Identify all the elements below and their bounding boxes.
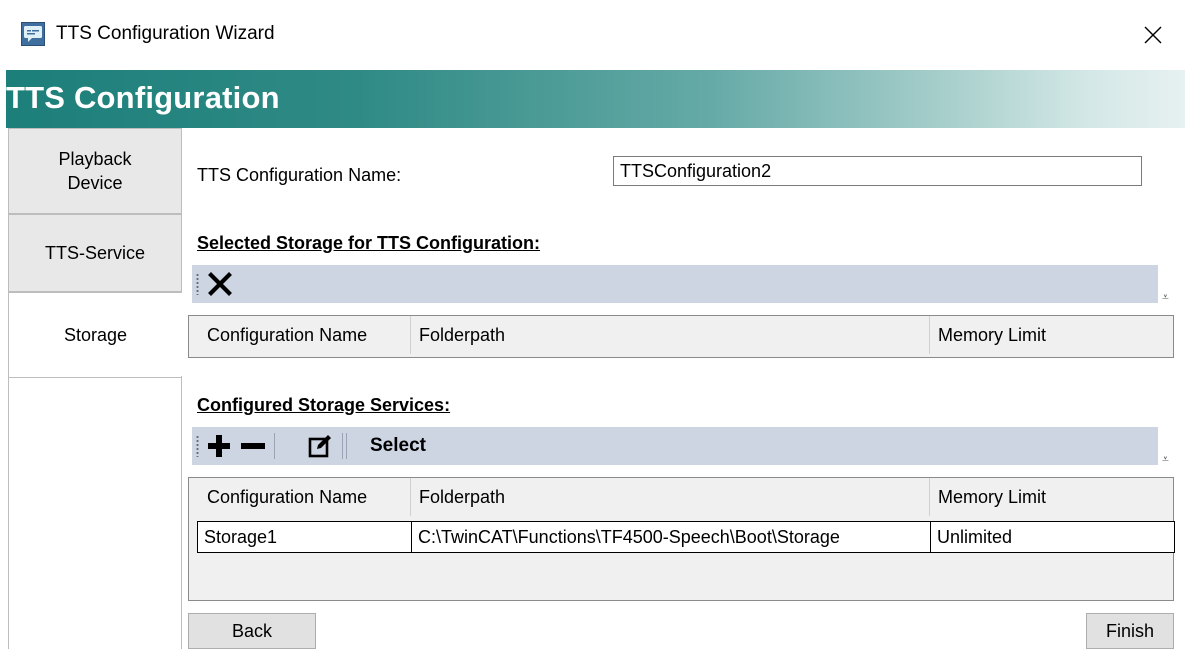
cell-folderpath[interactable]: C:\TwinCAT\Functions\TF4500-Speech\Boot\…: [412, 522, 931, 552]
configured-storage-heading: Configured Storage Services:: [197, 395, 451, 415]
tab-tts-service[interactable]: TTS-Service: [8, 214, 182, 292]
back-button[interactable]: Back: [188, 613, 316, 649]
header-banner: TTS Configuration: [6, 70, 1185, 128]
title-bar: TTS Configuration Wizard: [0, 0, 1185, 70]
minus-icon[interactable]: [238, 431, 268, 461]
selected-storage-grid: Configuration Name Folderpath Memory Lim…: [188, 315, 1174, 358]
edit-icon[interactable]: [306, 431, 336, 461]
select-button[interactable]: Select: [370, 434, 426, 458]
grid-header: Configuration Name Folderpath Memory Lim…: [189, 478, 1173, 516]
toolbar-overflow-icon[interactable]: ⩡: [1162, 452, 1169, 467]
toolbar-separator: [346, 433, 347, 459]
column-header-configuration-name[interactable]: Configuration Name: [189, 478, 411, 516]
configured-storage-grid: Configuration Name Folderpath Memory Lim…: [188, 477, 1175, 601]
config-name-input[interactable]: [613, 156, 1142, 186]
column-header-folderpath[interactable]: Folderpath: [411, 478, 930, 516]
window-title: TTS Configuration Wizard: [56, 23, 275, 44]
toolbar-grip[interactable]: [196, 273, 199, 295]
wizard-nav: Playback Device TTS-Service Storage: [8, 128, 182, 649]
column-header-configuration-name[interactable]: Configuration Name: [189, 316, 411, 354]
tab-playback-device[interactable]: Playback Device: [8, 128, 182, 214]
wizard-window: TTS Configuration Wizard TTS Configurati…: [0, 0, 1185, 649]
configured-storage-toolbar: Select: [192, 427, 1158, 465]
toolbar-overflow-icon[interactable]: ⩡: [1162, 290, 1169, 305]
finish-button[interactable]: Finish: [1086, 613, 1174, 649]
selected-storage-heading: Selected Storage for TTS Configuration:: [197, 233, 541, 253]
table-row[interactable]: Storage1 C:\TwinCAT\Functions\TF4500-Spe…: [197, 521, 1175, 553]
toolbar-grip[interactable]: [196, 435, 199, 457]
cell-memory-limit[interactable]: Unlimited: [931, 522, 1174, 552]
close-button[interactable]: [1130, 12, 1176, 58]
tab-storage[interactable]: Storage: [8, 292, 182, 378]
column-header-folderpath[interactable]: Folderpath: [411, 316, 930, 354]
speech-bubble-icon: [21, 22, 45, 46]
toolbar-separator: [274, 433, 275, 459]
toolbar-separator: [342, 433, 343, 459]
column-header-memory-limit[interactable]: Memory Limit: [930, 316, 1173, 354]
nav-empty-area: [8, 376, 182, 649]
x-remove-icon[interactable]: [204, 269, 236, 299]
close-icon: [1144, 26, 1162, 44]
selected-storage-toolbar: [192, 265, 1158, 303]
plus-icon[interactable]: [204, 431, 234, 461]
cell-configuration-name[interactable]: Storage1: [198, 522, 412, 552]
column-header-memory-limit[interactable]: Memory Limit: [930, 478, 1173, 516]
grid-header: Configuration Name Folderpath Memory Lim…: [189, 316, 1173, 354]
banner-title: TTS Configuration: [6, 80, 280, 115]
config-name-label: TTS Configuration Name:: [197, 165, 402, 185]
